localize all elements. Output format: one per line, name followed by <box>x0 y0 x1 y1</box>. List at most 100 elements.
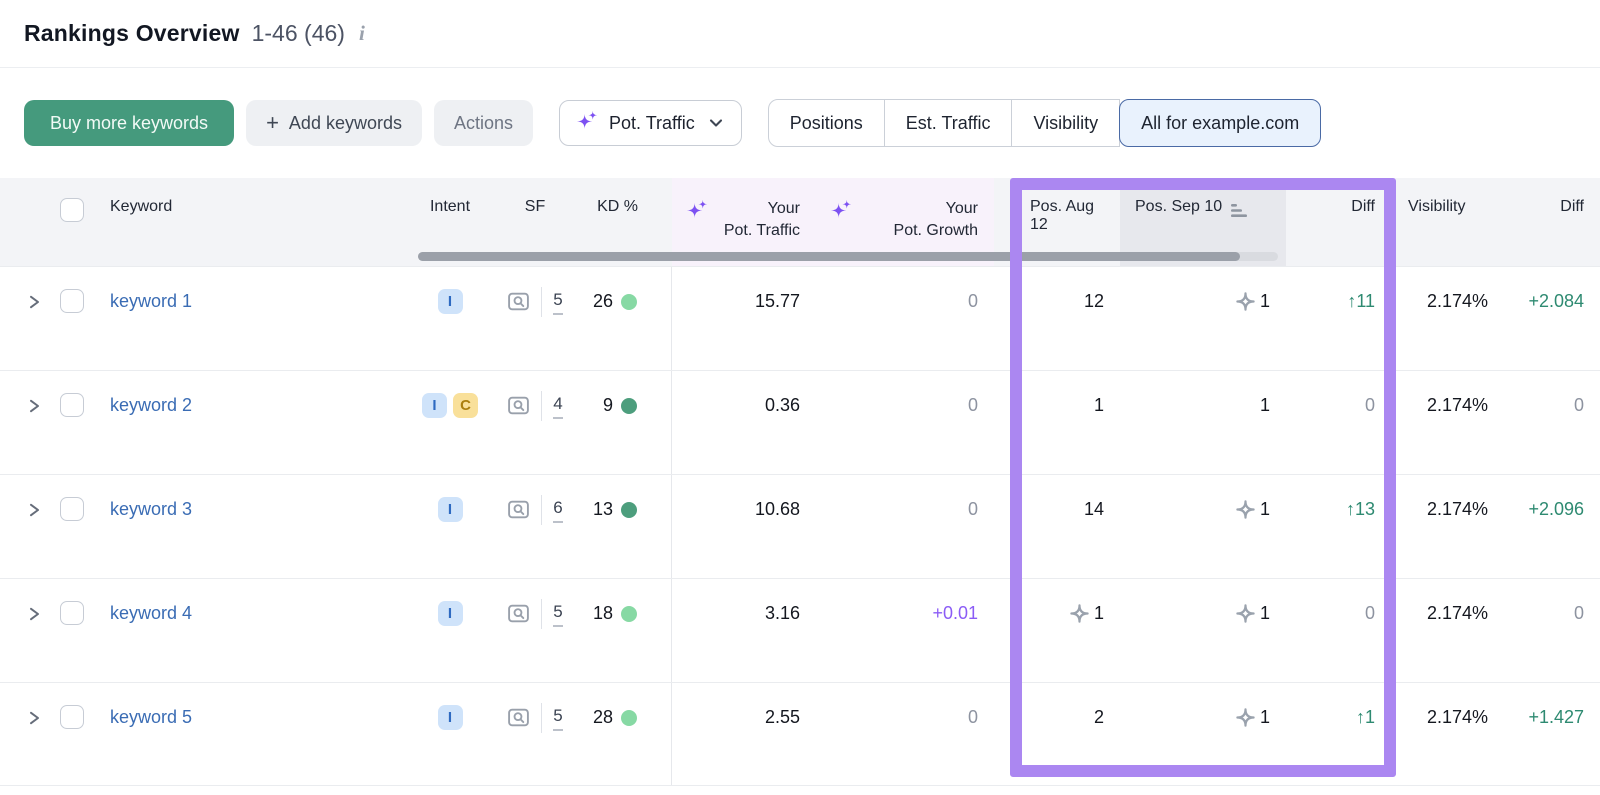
keyword-link[interactable]: keyword 3 <box>110 499 192 520</box>
intent-badge-i[interactable]: I <box>438 601 463 626</box>
horizontal-scrollbar-thumb[interactable] <box>418 252 1240 261</box>
expand-row-icon[interactable] <box>26 710 42 726</box>
expand-row-icon[interactable] <box>26 294 42 310</box>
chevron-down-icon <box>707 114 725 132</box>
keyword-cell: keyword 1 <box>110 267 410 370</box>
intent-badge-i[interactable]: I <box>438 289 463 314</box>
pot-growth-cell: 0 <box>816 683 994 785</box>
checkbox-cell <box>60 683 110 785</box>
pos-sep10-cell: 1 <box>1120 683 1286 785</box>
add-keywords-button[interactable]: + Add keywords <box>246 100 422 146</box>
kd-value: 13 <box>593 499 613 520</box>
pot-growth-value: 0 <box>968 395 978 416</box>
pot-growth-value: 0 <box>968 291 978 312</box>
row-checkbox[interactable] <box>60 601 84 625</box>
intent-badge-c[interactable]: C <box>453 393 478 418</box>
pot-growth-cell: 0 <box>816 371 994 474</box>
kd-cell: 28 <box>580 683 672 785</box>
kd-cell: 26 <box>580 267 672 370</box>
row-checkbox[interactable] <box>60 497 84 521</box>
pot-growth-value: 0 <box>968 707 978 728</box>
serp-feature-position-icon <box>1235 291 1256 317</box>
view-tabs: Positions Est. Traffic Visibility All fo… <box>768 99 1322 147</box>
kd-value: 26 <box>593 291 613 312</box>
sf-count[interactable]: 5 <box>553 603 562 627</box>
sf-count[interactable]: 4 <box>553 395 562 419</box>
pot-growth-header-line1: Your <box>946 200 978 217</box>
expand-row-icon[interactable] <box>26 606 42 622</box>
select-all-checkbox[interactable] <box>60 198 84 222</box>
table-row: keyword 4 I 5 18 3.16 +0.01 1 1 0 <box>0 578 1600 682</box>
keyword-link[interactable]: keyword 2 <box>110 395 192 416</box>
tab-positions[interactable]: Positions <box>768 99 885 147</box>
header-expander-spacer <box>0 178 60 266</box>
keyword-link[interactable]: keyword 1 <box>110 291 192 312</box>
column-header-diff2[interactable]: Diff <box>1504 178 1600 266</box>
keyword-link[interactable]: keyword 5 <box>110 707 192 728</box>
info-icon[interactable]: i <box>359 21 365 46</box>
pot-traffic-cell: 3.16 <box>672 579 816 682</box>
serp-features-cell: 5 <box>490 267 580 370</box>
serp-features-icon[interactable] <box>507 394 530 417</box>
row-checkbox[interactable] <box>60 289 84 313</box>
metric-dropdown[interactable]: Pot. Traffic <box>559 100 742 146</box>
pot-traffic-cell: 2.55 <box>672 683 816 785</box>
column-header-diff[interactable]: Diff <box>1286 178 1391 266</box>
row-checkbox[interactable] <box>60 705 84 729</box>
pot-growth-value: +0.01 <box>932 603 978 624</box>
kd-level-dot <box>621 710 637 726</box>
table-row: keyword 2 IC 4 9 0.36 0 1 1 0 2.1 <box>0 370 1600 474</box>
tab-all-for-domain[interactable]: All for example.com <box>1119 99 1321 147</box>
buy-more-keywords-button[interactable]: Buy more keywords <box>24 100 234 146</box>
position-diff-cell: ↑11 <box>1286 267 1391 370</box>
sf-count[interactable]: 5 <box>553 291 562 315</box>
serp-feature-position-icon <box>1235 603 1256 629</box>
column-header-visibility[interactable]: Visibility <box>1391 178 1504 266</box>
pot-growth-header-line2: Pot. Growth <box>894 222 978 239</box>
column-header-keyword[interactable]: Keyword <box>110 178 410 266</box>
expand-row-icon[interactable] <box>26 398 42 414</box>
table-header-row: Keyword Intent SF KD % YourPot. Traffic … <box>0 178 1600 266</box>
expand-row-icon[interactable] <box>26 502 42 518</box>
serp-features-icon[interactable] <box>507 290 530 313</box>
tab-est-traffic[interactable]: Est. Traffic <box>884 99 1013 147</box>
keyword-link[interactable]: keyword 4 <box>110 603 192 624</box>
expander-cell <box>0 267 60 370</box>
tab-visibility[interactable]: Visibility <box>1011 99 1120 147</box>
sf-divider <box>541 287 542 317</box>
pos-aug12-cell: 1 <box>994 579 1120 682</box>
serp-features-icon[interactable] <box>507 602 530 625</box>
serp-features-cell: 4 <box>490 371 580 474</box>
checkbox-cell <box>60 267 110 370</box>
kd-level-dot <box>621 294 637 310</box>
visibility-diff-value: +2.084 <box>1528 291 1584 312</box>
checkbox-cell <box>60 371 110 474</box>
sf-count[interactable]: 6 <box>553 499 562 523</box>
pos-sep10-cell: 1 <box>1120 579 1286 682</box>
intent-badge-i[interactable]: I <box>438 705 463 730</box>
intent-badge-i[interactable]: I <box>438 497 463 522</box>
pot-traffic-cell: 15.77 <box>672 267 816 370</box>
visibility-diff-value: +2.096 <box>1528 499 1584 520</box>
serp-feature-position-icon <box>1235 499 1256 525</box>
pot-traffic-value: 2.55 <box>765 707 800 728</box>
intent-badge-i[interactable]: I <box>422 393 447 418</box>
position-diff-cell: ↑1 <box>1286 683 1391 785</box>
sf-divider <box>541 391 542 421</box>
visibility-diff-cell: +2.096 <box>1504 475 1600 578</box>
kd-level-dot <box>621 502 637 518</box>
actions-button[interactable]: Actions <box>434 100 533 146</box>
row-checkbox[interactable] <box>60 393 84 417</box>
pos-sep10-cell: 1 <box>1120 267 1286 370</box>
page-title: Rankings Overview <box>24 20 240 47</box>
serp-features-icon[interactable] <box>507 706 530 729</box>
serp-features-icon[interactable] <box>507 498 530 521</box>
kd-cell: 9 <box>580 371 672 474</box>
sparkles-icon <box>686 198 709 226</box>
pot-traffic-cell: 0.36 <box>672 371 816 474</box>
sf-divider <box>541 703 542 733</box>
sf-count[interactable]: 5 <box>553 707 562 731</box>
pos-sep10-value: 1 <box>1260 291 1270 312</box>
position-diff-value: ↑13 <box>1346 499 1375 520</box>
table-row: keyword 3 I 6 13 10.68 0 14 1 ↑13 <box>0 474 1600 578</box>
